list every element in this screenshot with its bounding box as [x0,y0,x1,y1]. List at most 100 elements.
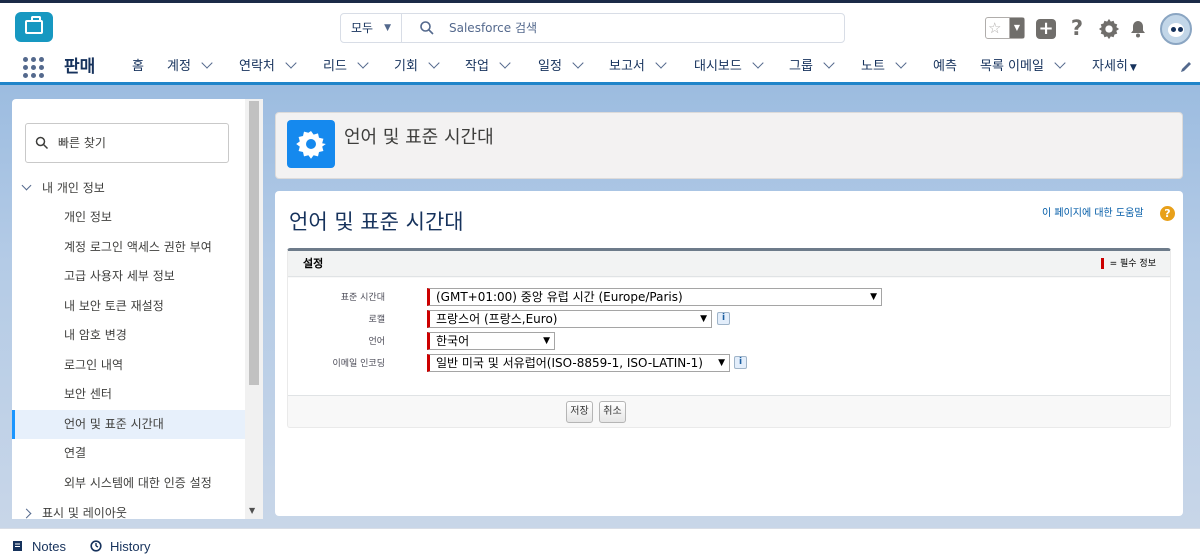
language-label: 언어 [368,337,385,347]
chevron-down-icon[interactable] [499,57,511,69]
tree-group-my-personal-info[interactable]: 내 개인 정보 [12,173,245,203]
chevron-down-icon[interactable] [655,57,667,69]
utility-history-label: History [110,539,151,554]
utility-notes[interactable]: Notes [12,529,66,560]
page-header-card: 언어 및 표준 시간대 [275,112,1183,179]
info-icon[interactable]: i [734,356,747,369]
tree-item-personal-info[interactable]: 개인 정보 [12,203,245,233]
settings-block: 설정 = 필수 정보 표준 시간대 (GMT+01:00) 중앙 유럽 시간 (… [287,248,1171,428]
chevron-down-icon[interactable] [1054,57,1066,69]
help-icon[interactable]: ? [1067,16,1087,40]
timezone-select[interactable]: (GMT+01:00) 중앙 유럽 시간 (Europe/Paris) ▼ [427,288,882,306]
chevron-down-icon[interactable] [572,57,584,69]
caret-down-icon: ▼ [384,23,391,33]
settings-block-header: 설정 = 필수 정보 [288,251,1170,277]
chevron-down-icon[interactable] [285,57,297,69]
scrollbar-thumb[interactable] [249,101,259,385]
nav-item-groups[interactable]: 그룹 [789,51,835,82]
chevron-down-icon[interactable] [752,57,764,69]
search-icon [420,21,434,35]
notes-icon [13,541,22,551]
nav-item-contacts[interactable]: 연락처 [239,51,297,82]
locale-row: 로캘 프랑스어 (프랑스,Euro) ▼ i [288,310,1168,330]
encoding-label: 이메일 인코딩 [332,359,385,369]
chevron-right-icon[interactable] [21,508,32,519]
plus-icon[interactable]: + [1036,19,1056,39]
chevron-down-icon[interactable] [21,180,32,191]
history-icon [90,540,102,552]
tree-group-label: 내 개인 정보 [42,181,105,195]
locale-select[interactable]: 프랑스어 (프랑스,Euro) ▼ [427,310,712,328]
tree-item-reset-security-token[interactable]: 내 보안 토큰 재설정 [12,292,245,322]
nav-item-label: 작업 [465,59,489,74]
tree-item-external-auth-settings[interactable]: 외부 시스템에 대한 인증 설정 [12,469,245,499]
required-legend: = 필수 정보 [1100,256,1156,269]
gear-icon[interactable] [1098,18,1120,40]
app-name: 판매 [64,57,96,77]
tree-item-grant-login-access[interactable]: 계정 로그인 액세스 권한 부여 [12,233,245,263]
chevron-down-icon[interactable] [823,57,835,69]
tree-item-advanced-user-details[interactable]: 고급 사용자 세부 정보 [12,262,245,292]
utility-history[interactable]: History [90,529,150,560]
briefcase-icon[interactable] [15,12,53,42]
tree-group-display-layout[interactable]: 표시 및 레이아웃 [12,498,245,519]
utility-bar: Notes History [0,528,1200,560]
nav-item-home[interactable]: 홈 [132,51,144,82]
tree-item-security-center[interactable]: 보안 센터 [12,380,245,410]
nav-item-opportunities[interactable]: 기회 [394,51,440,82]
sidebar-scrollbar[interactable]: ▼ [245,99,263,519]
scroll-down-arrow-icon[interactable]: ▼ [249,506,255,515]
tree-item-connections[interactable]: 연결 [12,439,245,469]
language-row: 언어 한국어 ▼ [288,332,1168,352]
chevron-down-icon[interactable] [357,57,369,69]
chevron-down-icon[interactable] [201,57,213,69]
nav-item-forecasts[interactable]: 예측 [933,51,957,82]
gear-icon [287,120,335,168]
nav-item-label: 연락처 [239,59,275,74]
page-title: 언어 및 표준 시간대 [289,210,464,234]
help-badge-icon[interactable]: ? [1160,206,1175,221]
nav-item-leads[interactable]: 리드 [323,51,369,82]
nav-item-notes[interactable]: 노트 [861,51,907,82]
info-icon[interactable]: i [717,312,730,325]
required-legend-text: = 필수 정보 [1109,259,1156,269]
global-header: 모두 ▼ Salesforce 검색 ☆ ▼ + ? [0,3,1200,51]
help-link[interactable]: 이 페이지에 대한 도움말 [1042,207,1144,221]
chevron-down-icon[interactable] [895,57,907,69]
setup-tree: 내 개인 정보 개인 정보 계정 로그인 액세스 권한 부여 고급 사용자 세부… [12,173,245,519]
nav-item-label: 자세히 [1092,59,1128,74]
section-title: 설정 [303,257,324,270]
nav-item-reports[interactable]: 보고서 [609,51,667,82]
tree-item-change-password[interactable]: 내 암호 변경 [12,321,245,351]
chevron-down-icon[interactable]: ▼ [1009,18,1024,38]
favorites-button[interactable]: ☆ ▼ [985,17,1025,39]
pencil-icon[interactable] [1178,59,1194,75]
nav-item-label: 리드 [323,59,347,74]
nav-item-list-email[interactable]: 목록 이메일 [980,51,1066,82]
search-input[interactable]: Salesforce 검색 [449,14,537,42]
chevron-down-icon[interactable] [428,57,440,69]
timezone-label: 표준 시간대 [340,293,385,303]
search-scope-select[interactable]: 모두 ▼ [341,14,402,42]
nav-item-tasks[interactable]: 작업 [465,51,511,82]
quick-find-input[interactable]: 빠른 찾기 [25,123,229,163]
tree-item-language-timezone[interactable]: 언어 및 표준 시간대 [12,409,245,439]
nav-item-calendar[interactable]: 일정 [538,51,584,82]
global-search: 모두 ▼ Salesforce 검색 [340,13,845,43]
encoding-select[interactable]: 일반 미국 및 서유럽어(ISO-8859-1, ISO-LATIN-1) ▼ [427,354,730,372]
utility-notes-label: Notes [32,539,66,554]
nav-item-more[interactable]: 자세히 ▼ [1092,51,1137,82]
nav-item-accounts[interactable]: 계정 [167,51,213,82]
bell-icon[interactable] [1128,19,1148,39]
save-button[interactable]: 저장 [566,401,593,423]
nav-item-label: 예측 [933,59,957,74]
nav-item-dashboards[interactable]: 대시보드 [694,51,764,82]
tree-item-login-history[interactable]: 로그인 내역 [12,351,245,381]
avatar[interactable] [1160,13,1192,45]
language-select[interactable]: 한국어 ▼ [427,332,555,350]
caret-down-icon: ▼ [543,336,550,346]
nav-item-label: 홈 [132,59,144,74]
cancel-button[interactable]: 취소 [599,401,626,423]
waffle-icon[interactable] [23,57,45,79]
nav-item-label: 그룹 [789,59,813,74]
